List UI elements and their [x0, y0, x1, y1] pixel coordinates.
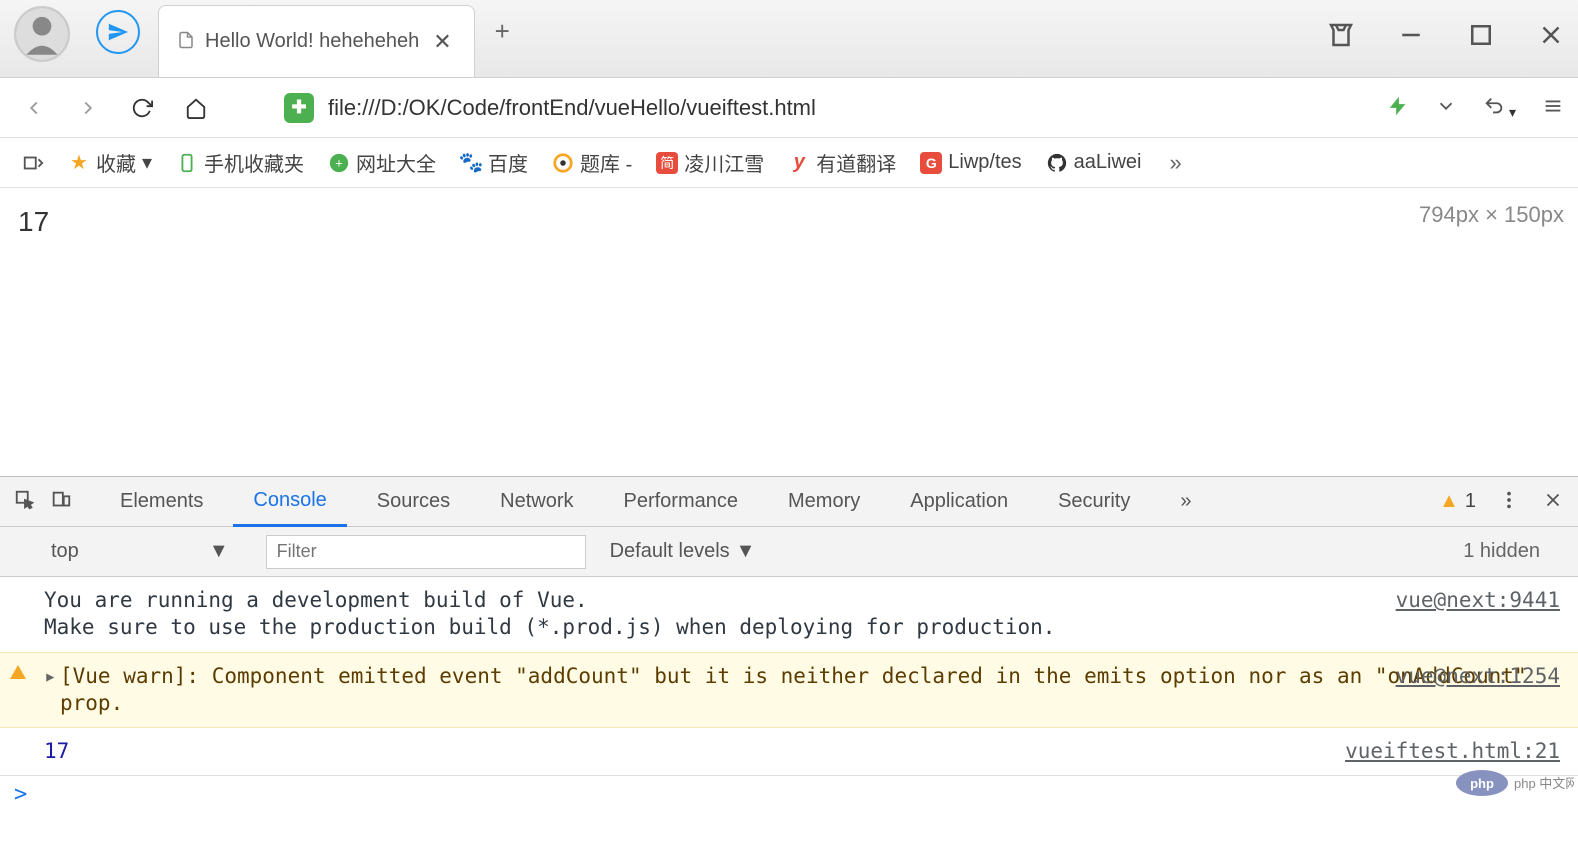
filter-input[interactable]	[266, 535, 586, 569]
minimize-button[interactable]	[1396, 20, 1426, 50]
bookmark-label: aaLiwei	[1074, 151, 1142, 174]
bookmark-label: 网址大全	[356, 148, 436, 177]
message-source[interactable]: vueiftest.html:21	[1345, 738, 1560, 765]
bookmark-label: Liwp/tes	[948, 151, 1021, 174]
inspect-element-icon[interactable]	[14, 489, 36, 514]
devtools-panel: Elements Console Sources Network Perform…	[0, 476, 1578, 813]
page-viewport: 17 794px × 150px	[0, 188, 1578, 476]
tab-title: Hello World! heheheheh	[205, 30, 419, 53]
maximize-button[interactable]	[1466, 20, 1496, 50]
bookmark-label: 有道翻译	[816, 148, 896, 177]
wardrobe-icon[interactable]	[1326, 20, 1356, 50]
browser-tab[interactable]: Hello World! heheheheh ✕	[158, 5, 475, 77]
message-text: 17	[44, 739, 69, 763]
dimension-overlay: 794px × 150px	[1419, 202, 1564, 228]
warning-badge[interactable]: ▲1	[1439, 490, 1476, 513]
tab-elements[interactable]: Elements	[100, 478, 223, 525]
file-icon	[177, 31, 195, 52]
warn-count: 1	[1465, 490, 1476, 513]
tab-network[interactable]: Network	[480, 478, 593, 525]
forward-button[interactable]	[68, 88, 108, 128]
log-levels-selector[interactable]: Default levels▼	[610, 540, 756, 563]
watermark: php php 中文网	[1454, 768, 1574, 801]
send-icon[interactable]	[96, 10, 140, 54]
levels-label: Default levels	[610, 540, 730, 563]
bookmarks-bar: ★收藏 ▾ 手机收藏夹 + 网址大全 🐾百度 题库 - 简凌川江雪 y有道翻译 G…	[0, 138, 1578, 188]
message-text: You are running a development build of V…	[44, 588, 1055, 639]
console-prompt[interactable]: >	[0, 775, 1578, 813]
bookmark-tiku[interactable]: 题库 -	[546, 144, 638, 181]
svg-text:php 中文网: php 中文网	[1514, 776, 1574, 791]
reload-button[interactable]	[122, 88, 162, 128]
tab-close-button[interactable]: ✕	[429, 29, 455, 55]
home-button[interactable]	[176, 88, 216, 128]
menu-button[interactable]	[1542, 95, 1564, 120]
address-right-controls: ▾	[1387, 95, 1564, 121]
tabs: Hello World! heheheheh ✕	[158, 0, 475, 77]
message-source[interactable]: vue@next:1254	[1396, 663, 1560, 690]
bookmark-baidu[interactable]: 🐾百度	[454, 144, 534, 181]
console-toolbar: top▼ Default levels▼ 1 hidden	[0, 527, 1578, 577]
bookmark-liwp[interactable]: GLiwp/tes	[914, 147, 1027, 178]
hidden-count[interactable]: 1 hidden	[1463, 540, 1540, 563]
new-tab-button[interactable]: +	[495, 16, 510, 47]
window-controls	[1326, 20, 1566, 50]
flash-icon[interactable]	[1387, 95, 1409, 120]
tab-application[interactable]: Application	[890, 478, 1028, 525]
page-content-text: 17	[18, 206, 1560, 238]
bookmark-label: 手机收藏夹	[204, 148, 304, 177]
expand-arrow-icon[interactable]: ▸	[44, 663, 57, 690]
tab-memory[interactable]: Memory	[768, 478, 880, 525]
security-shield-icon[interactable]: ✚	[284, 93, 314, 123]
tab-overflow[interactable]: »	[1160, 478, 1211, 525]
svg-text:php: php	[1470, 776, 1494, 791]
console-messages: vue@next:9441 You are running a developm…	[0, 577, 1578, 813]
devtools-toggle-icon[interactable]	[16, 148, 50, 178]
context-label: top	[51, 540, 79, 563]
devtools-tabs: Elements Console Sources Network Perform…	[0, 477, 1578, 527]
bookmark-mobile[interactable]: 手机收藏夹	[170, 144, 310, 181]
bookmark-wzdh[interactable]: + 网址大全	[322, 144, 442, 181]
bookmark-label: 凌川江雪	[684, 148, 764, 177]
address-bar: ✚ file:///D:/OK/Code/frontEnd/vueHello/v…	[0, 78, 1578, 138]
tab-console[interactable]: Console	[233, 477, 346, 527]
tab-performance[interactable]: Performance	[604, 478, 759, 525]
bookmark-youdao[interactable]: y有道翻译	[782, 144, 902, 181]
console-message-info: vue@next:9441 You are running a developm…	[0, 577, 1578, 652]
bookmark-label: 题库 -	[580, 148, 632, 177]
undo-icon[interactable]: ▾	[1483, 95, 1516, 121]
profile-avatar[interactable]	[14, 6, 70, 62]
console-message-warn: vue@next:1254 ▸ [Vue warn]: Component em…	[0, 652, 1578, 729]
chevron-down-icon[interactable]	[1435, 95, 1457, 120]
tab-security[interactable]: Security	[1038, 478, 1150, 525]
devtools-menu-icon[interactable]	[1498, 489, 1520, 514]
titlebar: Hello World! heheheheh ✕ +	[0, 0, 1578, 78]
message-text: [Vue warn]: Component emitted event "add…	[60, 663, 1564, 718]
bookmark-aaliwei[interactable]: aaLiwei	[1040, 147, 1148, 178]
url-text[interactable]: file:///D:/OK/Code/frontEnd/vueHello/vue…	[328, 95, 816, 121]
devtools-close-icon[interactable]	[1542, 489, 1564, 514]
close-button[interactable]	[1536, 20, 1566, 50]
bookmark-overflow[interactable]: »	[1159, 150, 1191, 176]
console-message-log: vueiftest.html:21 17	[0, 728, 1578, 775]
bookmark-favorites[interactable]: ★收藏 ▾	[62, 144, 158, 181]
svg-text:+: +	[335, 155, 343, 170]
tab-sources[interactable]: Sources	[357, 478, 470, 525]
context-selector[interactable]: top▼	[42, 535, 238, 568]
back-button[interactable]	[14, 88, 54, 128]
bookmark-label: 百度	[488, 148, 528, 177]
bookmark-label: 收藏	[96, 148, 136, 177]
bookmark-lcjx[interactable]: 简凌川江雪	[650, 144, 770, 181]
message-source[interactable]: vue@next:9441	[1396, 587, 1560, 614]
device-toggle-icon[interactable]	[50, 489, 72, 514]
